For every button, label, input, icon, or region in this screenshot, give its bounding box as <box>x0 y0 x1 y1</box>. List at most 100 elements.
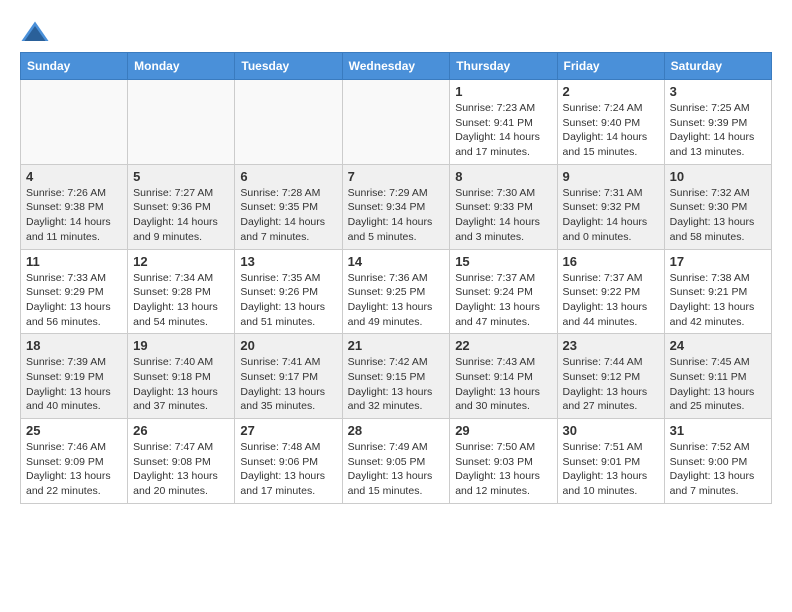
day-number: 27 <box>240 423 336 438</box>
day-number: 18 <box>26 338 122 353</box>
day-cell: 30Sunrise: 7:51 AMSunset: 9:01 PMDayligh… <box>557 419 664 504</box>
day-info: Sunrise: 7:28 AMSunset: 9:35 PMDaylight:… <box>240 186 336 245</box>
col-header-sunday: Sunday <box>21 53 128 80</box>
day-number: 17 <box>670 254 766 269</box>
day-info: Sunrise: 7:48 AMSunset: 9:06 PMDaylight:… <box>240 440 336 499</box>
day-number: 25 <box>26 423 122 438</box>
day-cell: 22 Sunrise: 7:43 AMSunset: 9:14 PMDayligh… <box>450 334 557 419</box>
day-info: Sunrise: 7:43 AMSunset: 9:14 PMDaylight:… <box>455 355 551 414</box>
col-header-monday: Monday <box>128 53 235 80</box>
day-cell: 15 Sunrise: 7:37 AMSunset: 9:24 PMDayligh… <box>450 249 557 334</box>
day-info: Sunrise: 7:44 AMSunset: 9:12 PMDaylight:… <box>563 355 659 414</box>
day-info: Sunrise: 7:36 AMSunset: 9:25 PMDaylight:… <box>348 271 445 330</box>
day-info: Sunrise: 7:25 AMSunset: 9:39 PMDaylight:… <box>670 101 766 160</box>
week-row-5: 25 Sunrise: 7:46 AMSunset: 9:09 PMDayligh… <box>21 419 772 504</box>
header-row: SundayMondayTuesdayWednesdayThursdayFrid… <box>21 53 772 80</box>
day-info: Sunrise: 7:46 AMSunset: 9:09 PMDaylight:… <box>26 440 122 499</box>
day-cell: 8 Sunrise: 7:30 AMSunset: 9:33 PMDaylight… <box>450 164 557 249</box>
day-number: 15 <box>455 254 551 269</box>
day-cell: 9 Sunrise: 7:31 AMSunset: 9:32 PMDaylight… <box>557 164 664 249</box>
day-cell: 19Sunrise: 7:40 AMSunset: 9:18 PMDayligh… <box>128 334 235 419</box>
day-cell: 18 Sunrise: 7:39 AMSunset: 9:19 PMDayligh… <box>21 334 128 419</box>
day-cell: 1Sunrise: 7:23 AMSunset: 9:41 PMDaylight… <box>450 80 557 165</box>
day-cell: 10Sunrise: 7:32 AMSunset: 9:30 PMDayligh… <box>664 164 771 249</box>
day-number: 12 <box>133 254 229 269</box>
day-info: Sunrise: 7:24 AMSunset: 9:40 PMDaylight:… <box>563 101 659 160</box>
day-info: Sunrise: 7:39 AMSunset: 9:19 PMDaylight:… <box>26 355 122 414</box>
day-info: Sunrise: 7:27 AMSunset: 9:36 PMDaylight:… <box>133 186 229 245</box>
day-number: 29 <box>455 423 551 438</box>
day-cell: 5 Sunrise: 7:27 AMSunset: 9:36 PMDaylight… <box>128 164 235 249</box>
day-number: 16 <box>563 254 659 269</box>
day-cell: 29 Sunrise: 7:50 AMSunset: 9:03 PMDayligh… <box>450 419 557 504</box>
day-info: Sunrise: 7:37 AMSunset: 9:24 PMDaylight:… <box>455 271 551 330</box>
day-cell: 6 Sunrise: 7:28 AMSunset: 9:35 PMDaylight… <box>235 164 342 249</box>
day-cell: 3 Sunrise: 7:25 AMSunset: 9:39 PMDaylight… <box>664 80 771 165</box>
logo-icon <box>20 20 50 44</box>
day-number: 23 <box>563 338 659 353</box>
day-info: Sunrise: 7:31 AMSunset: 9:32 PMDaylight:… <box>563 186 659 245</box>
day-cell: 21 Sunrise: 7:42 AMSunset: 9:15 PMDayligh… <box>342 334 450 419</box>
day-info: Sunrise: 7:26 AMSunset: 9:38 PMDaylight:… <box>26 186 122 245</box>
day-number: 9 <box>563 169 659 184</box>
day-number: 24 <box>670 338 766 353</box>
day-cell: 16 Sunrise: 7:37 AMSunset: 9:22 PMDayligh… <box>557 249 664 334</box>
day-number: 5 <box>133 169 229 184</box>
day-cell: 11Sunrise: 7:33 AMSunset: 9:29 PMDayligh… <box>21 249 128 334</box>
day-info: Sunrise: 7:29 AMSunset: 9:34 PMDaylight:… <box>348 186 445 245</box>
day-number: 26 <box>133 423 229 438</box>
day-cell <box>128 80 235 165</box>
day-info: Sunrise: 7:30 AMSunset: 9:33 PMDaylight:… <box>455 186 551 245</box>
day-info: Sunrise: 7:49 AMSunset: 9:05 PMDaylight:… <box>348 440 445 499</box>
day-number: 3 <box>670 84 766 99</box>
day-number: 8 <box>455 169 551 184</box>
day-cell: 26 Sunrise: 7:47 AMSunset: 9:08 PMDayligh… <box>128 419 235 504</box>
day-number: 31 <box>670 423 766 438</box>
day-info: Sunrise: 7:45 AMSunset: 9:11 PMDaylight:… <box>670 355 766 414</box>
calendar-table: SundayMondayTuesdayWednesdayThursdayFrid… <box>20 52 772 504</box>
col-header-friday: Friday <box>557 53 664 80</box>
day-number: 19 <box>133 338 229 353</box>
day-info: Sunrise: 7:32 AMSunset: 9:30 PMDaylight:… <box>670 186 766 245</box>
day-number: 6 <box>240 169 336 184</box>
day-cell: 13 Sunrise: 7:35 AMSunset: 9:26 PMDayligh… <box>235 249 342 334</box>
day-info: Sunrise: 7:34 AMSunset: 9:28 PMDaylight:… <box>133 271 229 330</box>
day-info: Sunrise: 7:50 AMSunset: 9:03 PMDaylight:… <box>455 440 551 499</box>
day-number: 14 <box>348 254 445 269</box>
day-cell: 4 Sunrise: 7:26 AMSunset: 9:38 PMDaylight… <box>21 164 128 249</box>
day-cell: 28 Sunrise: 7:49 AMSunset: 9:05 PMDayligh… <box>342 419 450 504</box>
day-cell: 31 Sunrise: 7:52 AMSunset: 9:00 PMDayligh… <box>664 419 771 504</box>
day-number: 1 <box>455 84 551 99</box>
day-cell: 2Sunrise: 7:24 AMSunset: 9:40 PMDaylight… <box>557 80 664 165</box>
day-info: Sunrise: 7:52 AMSunset: 9:00 PMDaylight:… <box>670 440 766 499</box>
week-row-4: 18 Sunrise: 7:39 AMSunset: 9:19 PMDayligh… <box>21 334 772 419</box>
day-cell: 14 Sunrise: 7:36 AMSunset: 9:25 PMDayligh… <box>342 249 450 334</box>
day-number: 20 <box>240 338 336 353</box>
day-info: Sunrise: 7:42 AMSunset: 9:15 PMDaylight:… <box>348 355 445 414</box>
col-header-tuesday: Tuesday <box>235 53 342 80</box>
week-row-3: 11Sunrise: 7:33 AMSunset: 9:29 PMDayligh… <box>21 249 772 334</box>
day-cell <box>342 80 450 165</box>
day-info: Sunrise: 7:47 AMSunset: 9:08 PMDaylight:… <box>133 440 229 499</box>
day-cell <box>21 80 128 165</box>
day-info: Sunrise: 7:51 AMSunset: 9:01 PMDaylight:… <box>563 440 659 499</box>
day-number: 13 <box>240 254 336 269</box>
day-number: 7 <box>348 169 445 184</box>
day-cell: 12 Sunrise: 7:34 AMSunset: 9:28 PMDayligh… <box>128 249 235 334</box>
day-number: 22 <box>455 338 551 353</box>
logo <box>20 20 54 44</box>
col-header-thursday: Thursday <box>450 53 557 80</box>
day-cell: 7 Sunrise: 7:29 AMSunset: 9:34 PMDaylight… <box>342 164 450 249</box>
col-header-saturday: Saturday <box>664 53 771 80</box>
day-cell: 27 Sunrise: 7:48 AMSunset: 9:06 PMDayligh… <box>235 419 342 504</box>
day-info: Sunrise: 7:38 AMSunset: 9:21 PMDaylight:… <box>670 271 766 330</box>
day-info: Sunrise: 7:37 AMSunset: 9:22 PMDaylight:… <box>563 271 659 330</box>
day-number: 21 <box>348 338 445 353</box>
day-cell: 20Sunrise: 7:41 AMSunset: 9:17 PMDayligh… <box>235 334 342 419</box>
day-cell: 25 Sunrise: 7:46 AMSunset: 9:09 PMDayligh… <box>21 419 128 504</box>
day-number: 11 <box>26 254 122 269</box>
day-number: 4 <box>26 169 122 184</box>
day-info: Sunrise: 7:35 AMSunset: 9:26 PMDaylight:… <box>240 271 336 330</box>
day-cell: 17 Sunrise: 7:38 AMSunset: 9:21 PMDayligh… <box>664 249 771 334</box>
day-number: 28 <box>348 423 445 438</box>
